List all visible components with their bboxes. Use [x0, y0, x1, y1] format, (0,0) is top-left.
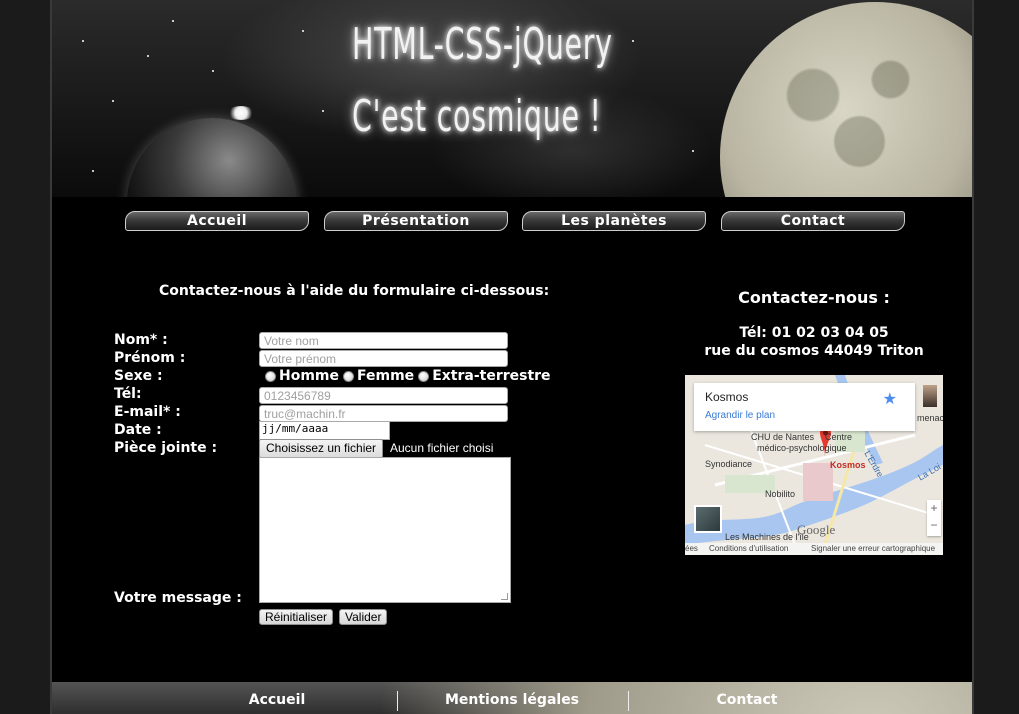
label-date: Date :	[114, 422, 162, 438]
map-label-synodiance: Synodiance	[705, 459, 753, 469]
map-footer-data: ées	[685, 544, 698, 553]
resize-handle-icon[interactable]	[501, 593, 508, 600]
label-piece-jointe: Pièce jointe :	[114, 440, 218, 456]
radio-femme[interactable]	[343, 370, 355, 382]
label-message: Votre message :	[114, 590, 242, 606]
contact-heading: Contactez-nous :	[738, 288, 890, 307]
light-flare	[228, 106, 254, 120]
zoom-in-button[interactable]: +	[927, 500, 941, 517]
map-card-title: Kosmos	[705, 390, 749, 404]
planet-image	[127, 118, 297, 197]
footer-link-contact[interactable]: Contact	[672, 692, 822, 708]
label-prenom: Prénom :	[114, 350, 186, 366]
label-email: E-mail* :	[114, 404, 181, 420]
label-nom: Nom* :	[114, 332, 168, 348]
zoom-control: + −	[927, 500, 941, 536]
radio-label-femme: Femme	[357, 368, 415, 384]
map-embed[interactable]: CHU de Nantes Centre médico-psychologiqu…	[685, 375, 943, 555]
radio-label-homme: Homme	[279, 368, 340, 384]
map-label-menace: menace	[917, 413, 943, 423]
map-label-chu: CHU de Nantes	[751, 432, 815, 442]
map-label-nobilito: Nobilito	[765, 489, 796, 499]
date-input[interactable]: jj/mm/aaaa	[259, 421, 390, 440]
nav-item-accueil[interactable]: Accueil	[125, 211, 309, 231]
footer-divider	[628, 691, 629, 711]
footer: Accueil Mentions légales Contact	[52, 682, 972, 714]
submit-button[interactable]: Valider	[339, 609, 388, 625]
map-info-card: Kosmos Agrandir le plan ★	[694, 383, 915, 431]
nav-item-planetes[interactable]: Les planètes	[522, 211, 706, 231]
map-footer: ées Conditions d'utilisation Signaler un…	[685, 543, 943, 555]
email-input[interactable]	[259, 405, 508, 422]
google-logo: Google	[797, 522, 836, 537]
star-icon[interactable]: ★	[883, 389, 897, 408]
zoom-out-button[interactable]: −	[927, 517, 941, 534]
moon-image	[720, 2, 972, 197]
site-title-line2: C'est cosmique !	[352, 91, 602, 142]
contact-address: rue du cosmos 44049 Triton	[704, 343, 924, 359]
label-tel: Tél:	[114, 386, 142, 402]
avatar	[923, 385, 937, 407]
map-report-link[interactable]: Signaler une erreur cartographique	[811, 544, 935, 553]
footer-link-mentions[interactable]: Mentions légales	[432, 692, 592, 708]
satellite-toggle[interactable]	[694, 505, 722, 533]
file-choose-button[interactable]: Choisissez un fichier	[259, 439, 384, 458]
form-heading: Contactez-nous à l'aide du formulaire ci…	[159, 283, 550, 299]
nav-item-contact[interactable]: Contact	[721, 211, 905, 231]
footer-divider	[397, 691, 398, 711]
message-textarea[interactable]	[259, 457, 511, 603]
site-title-line1: HTML-CSS-jQuery	[352, 19, 613, 70]
footer-link-accueil[interactable]: Accueil	[202, 692, 352, 708]
label-sexe: Sexe :	[114, 368, 163, 384]
site-title: HTML-CSS-jQuery C'est cosmique !	[352, 14, 613, 148]
file-status: Aucun fichier choisi	[390, 441, 494, 455]
main-nav: Accueil Présentation Les planètes Contac…	[52, 211, 972, 231]
map-enlarge-link[interactable]: Agrandir le plan	[705, 410, 775, 421]
map-label-centre: Centre	[825, 432, 853, 442]
sexe-radio-group: Homme Femme Extra-terrestre	[263, 367, 553, 385]
map-label-medico: médico-psychologique	[757, 443, 847, 453]
nav-item-presentation[interactable]: Présentation	[324, 211, 508, 231]
tel-input[interactable]	[259, 387, 508, 404]
radio-label-extra-terrestre: Extra-terrestre	[432, 368, 551, 384]
banner: HTML-CSS-jQuery C'est cosmique !	[52, 0, 972, 197]
prenom-input[interactable]	[259, 350, 508, 367]
reset-button[interactable]: Réinitialiser	[259, 609, 334, 625]
nom-input[interactable]	[259, 332, 508, 349]
map-label-kosmos: Kosmos	[830, 460, 866, 470]
map-terms-link[interactable]: Conditions d'utilisation	[709, 544, 788, 553]
page: HTML-CSS-jQuery C'est cosmique ! Accueil…	[50, 0, 974, 714]
radio-extra-terrestre[interactable]	[418, 370, 430, 382]
contact-phone: Tél: 01 02 03 04 05	[739, 325, 889, 341]
radio-homme[interactable]	[265, 370, 276, 382]
